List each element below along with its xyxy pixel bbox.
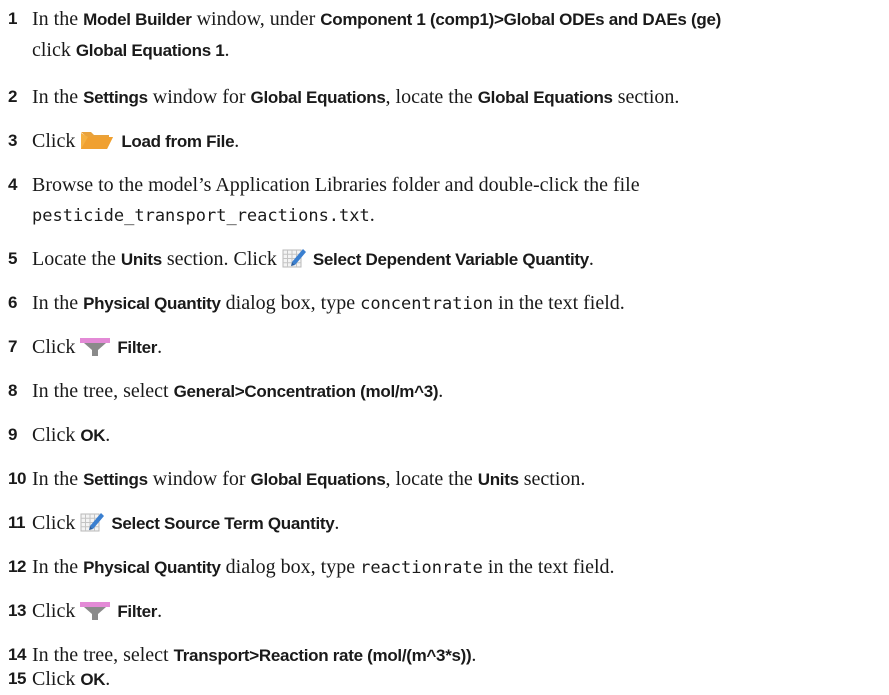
step-number: 7 [8, 337, 17, 356]
ui-label: Global Equations [250, 470, 386, 489]
step-text: In the Settings window for Global Equati… [32, 86, 680, 108]
ui-label: General>Concentration (mol/m^3) [173, 382, 439, 401]
step-text: Locate the Units section. Click Select D… [32, 244, 594, 278]
step-number: 9 [8, 425, 17, 444]
ui-label: Units [477, 470, 519, 489]
select-quantity-icon [79, 509, 105, 542]
step-text: Browse to the model’s Application Librar… [32, 174, 640, 226]
ui-label: Load from File [121, 132, 235, 151]
step-number: 12 [8, 557, 26, 576]
filter-icon [79, 335, 111, 366]
step-text: Click Filter. [32, 332, 162, 366]
step-text: In the tree, select General>Concentratio… [32, 380, 444, 402]
step-number: 10 [8, 469, 26, 488]
ui-label: Global Equations [250, 88, 386, 107]
step-text: In the Settings window for Global Equati… [32, 468, 586, 490]
step-number: 13 [8, 601, 26, 620]
ui-label: Model Builder [83, 10, 192, 29]
ui-label: Settings [83, 88, 148, 107]
step-number: 3 [8, 131, 17, 150]
typed-text: concentration [360, 294, 494, 314]
ui-label: OK [80, 426, 106, 445]
ui-label: Filter [117, 602, 158, 621]
ui-label: Component 1 (comp1)>Global ODEs and DAEs… [320, 10, 721, 29]
file-name: pesticide_transport_reactions.txt [32, 206, 370, 226]
ui-label: Filter [117, 338, 158, 357]
step-text: Click OK. [32, 668, 111, 690]
step-text: Click Filter. [32, 596, 162, 630]
typed-text: reactionrate [360, 558, 483, 578]
ui-label: Select Source Term Quantity [111, 514, 335, 533]
step-text: In the Physical Quantity dialog box, typ… [32, 556, 615, 578]
ui-label: Units [120, 250, 162, 269]
step-number: 8 [8, 381, 17, 400]
ui-label: Global Equations [477, 88, 613, 107]
ui-label: OK [80, 670, 106, 689]
ui-label: Select Dependent Variable Quantity [312, 250, 589, 269]
step-number: 4 [8, 175, 17, 194]
ui-label: Transport>Reaction rate (mol/(m^3*s)) [173, 646, 472, 665]
step-number: 14 [8, 645, 26, 664]
step-number: 11 [8, 513, 25, 532]
step-text: In the Physical Quantity dialog box, typ… [32, 292, 625, 314]
step-text: In the Model Builder window, under Compo… [32, 8, 721, 61]
step-text: Click Load from File. [32, 126, 239, 160]
step-number: 1 [8, 9, 17, 28]
ui-label: Physical Quantity [83, 558, 221, 577]
open-folder-icon [79, 129, 115, 160]
ui-label: Global Equations 1 [75, 41, 225, 60]
select-quantity-icon [281, 245, 307, 278]
step-number: 15 [8, 669, 26, 688]
step-number: 5 [8, 249, 17, 268]
ui-label: Physical Quantity [83, 294, 221, 313]
step-text: Click Select Source Term Quantity. [32, 508, 339, 542]
step-number: 2 [8, 87, 17, 106]
step-text: Click OK. [32, 424, 111, 446]
step-number: 6 [8, 293, 17, 312]
filter-icon [79, 599, 111, 630]
ui-label: Settings [83, 470, 148, 489]
